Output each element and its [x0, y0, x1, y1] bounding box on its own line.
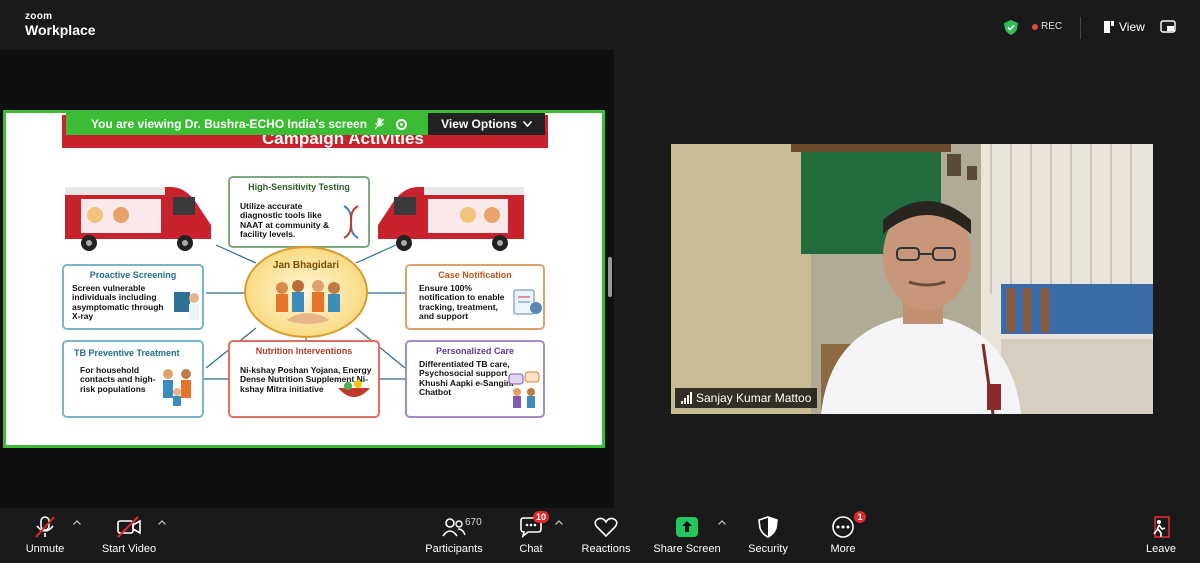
card-title: Case Notification — [438, 270, 512, 280]
share-screen-label: Share Screen — [653, 543, 721, 555]
food-bowl-icon — [338, 380, 370, 397]
panel-resize-handle[interactable] — [608, 257, 612, 297]
reactions-label: Reactions — [581, 543, 631, 555]
high-sensitivity-testing-card: High-Sensitivity Testing Utilize accurat… — [228, 176, 370, 248]
presenter-recording-icon — [396, 118, 408, 130]
picture-in-picture-icon[interactable] — [1160, 20, 1176, 33]
nutrition-interventions-card: Nutrition Interventions Ni-kshay Poshan … — [228, 340, 380, 418]
chat-options-caret-icon[interactable] — [555, 520, 563, 525]
personalized-care-card: Personalized Care Differentiated TB care… — [405, 340, 545, 418]
unmute-button[interactable]: Unmute — [22, 508, 68, 563]
view-layout-icon — [1104, 21, 1114, 33]
card-body: Screen vulnerable individuals including … — [72, 283, 164, 322]
tb-preventive-treatment-card: TB Preventive Treatment For household co… — [62, 340, 204, 418]
card-title: High-Sensitivity Testing — [248, 182, 350, 192]
participant-video-frame — [671, 144, 1153, 414]
zoom-logo: zoom Workplace — [25, 11, 96, 38]
card-body: Differentiated TB care, Psychosocial sup… — [419, 359, 514, 398]
share-screen-icon — [676, 517, 698, 537]
screen-share-banner: You are viewing Dr. Bushra-ECHO India's … — [66, 113, 545, 135]
share-options-caret-icon[interactable] — [718, 520, 726, 525]
audio-options-caret-icon[interactable] — [73, 520, 81, 525]
participant-video-tile[interactable]: Sanjay Kumar Mattoo — [671, 144, 1153, 414]
card-body: Utilize accurate diagnostic tools like N… — [240, 201, 330, 240]
signal-strength-icon — [681, 392, 692, 404]
security-label: Security — [748, 543, 788, 555]
video-off-icon — [117, 516, 141, 538]
mic-muted-icon — [35, 516, 55, 538]
viewing-text: You are viewing Dr. Bushra-ECHO India's … — [91, 117, 368, 131]
share-screen-button[interactable]: Share Screen — [653, 508, 721, 563]
card-title: Proactive Screening — [89, 270, 177, 280]
community-handshake-icon — [276, 280, 340, 324]
shared-slide: Campaign Activities High-Sensitivity Tes… — [3, 110, 605, 448]
top-bar: zoom Workplace REC View — [0, 0, 1200, 50]
leave-label: Leave — [1146, 543, 1176, 555]
recording-label[interactable]: REC — [1041, 21, 1062, 32]
more-label: More — [830, 543, 856, 555]
emblem-title: Jan Bhagidari — [272, 260, 340, 271]
participant-name-label: Sanjay Kumar Mattoo — [675, 388, 818, 408]
more-dots-icon — [832, 516, 854, 538]
header-divider — [1080, 17, 1081, 39]
view-label: View — [1119, 20, 1145, 34]
participants-count: 670 — [465, 517, 482, 528]
leave-button[interactable]: Leave — [1144, 508, 1178, 563]
video-options-caret-icon[interactable] — [158, 520, 166, 525]
chevron-down-icon — [522, 121, 532, 127]
report-icon — [513, 289, 542, 315]
presenter-mic-muted-icon — [375, 118, 385, 130]
view-options-label: View Options — [441, 117, 517, 131]
heart-icon — [594, 517, 618, 538]
start-video-button[interactable]: Start Video — [98, 508, 160, 563]
jan-bhagidari-emblem: Jan Bhagidari — [244, 246, 368, 338]
participants-label: Participants — [425, 543, 483, 555]
security-shield-icon — [758, 516, 778, 538]
encryption-shield-icon[interactable] — [1004, 20, 1018, 35]
chat-unread-badge: 10 — [533, 511, 550, 523]
view-options-button[interactable]: View Options — [428, 113, 545, 135]
card-body: Ensure 100% notification to enable track… — [419, 283, 505, 322]
logo-line1: zoom — [25, 11, 53, 22]
card-title: Nutrition Interventions — [255, 346, 353, 356]
chat-label: Chat — [519, 543, 543, 555]
dna-icon — [343, 205, 359, 239]
share-screen-panel: Campaign Activities High-Sensitivity Tes… — [0, 50, 614, 508]
card-body: For household contacts and high-risk pop… — [80, 365, 156, 394]
logo-line2: Workplace — [25, 22, 96, 38]
card-title: TB Preventive Treatment — [74, 348, 180, 358]
recording-dot-icon — [1032, 24, 1038, 30]
security-button[interactable]: Security — [746, 508, 790, 563]
family-icon — [163, 369, 191, 406]
meeting-area: Campaign Activities High-Sensitivity Tes… — [0, 50, 1200, 508]
unmute-label: Unmute — [25, 543, 65, 555]
reactions-button[interactable]: Reactions — [580, 508, 632, 563]
start-video-label: Start Video — [101, 543, 157, 555]
case-notification-card: Case Notification Ensure 100% notificati… — [405, 264, 545, 330]
participants-icon — [442, 518, 466, 537]
counselling-icon — [508, 371, 540, 408]
participant-name: Sanjay Kumar Mattoo — [696, 391, 812, 405]
xray-doctor-icon — [174, 292, 199, 320]
meeting-toolbar: Unmute Start Video Participants 670 Chat… — [0, 508, 1200, 563]
leave-door-icon — [1153, 516, 1170, 538]
view-button[interactable]: View — [1104, 20, 1145, 34]
proactive-screening-card: Proactive Screening Screen vulnerable in… — [62, 264, 204, 330]
more-notification-badge: 1 — [854, 511, 866, 523]
card-title: Personalized Care — [435, 346, 515, 356]
